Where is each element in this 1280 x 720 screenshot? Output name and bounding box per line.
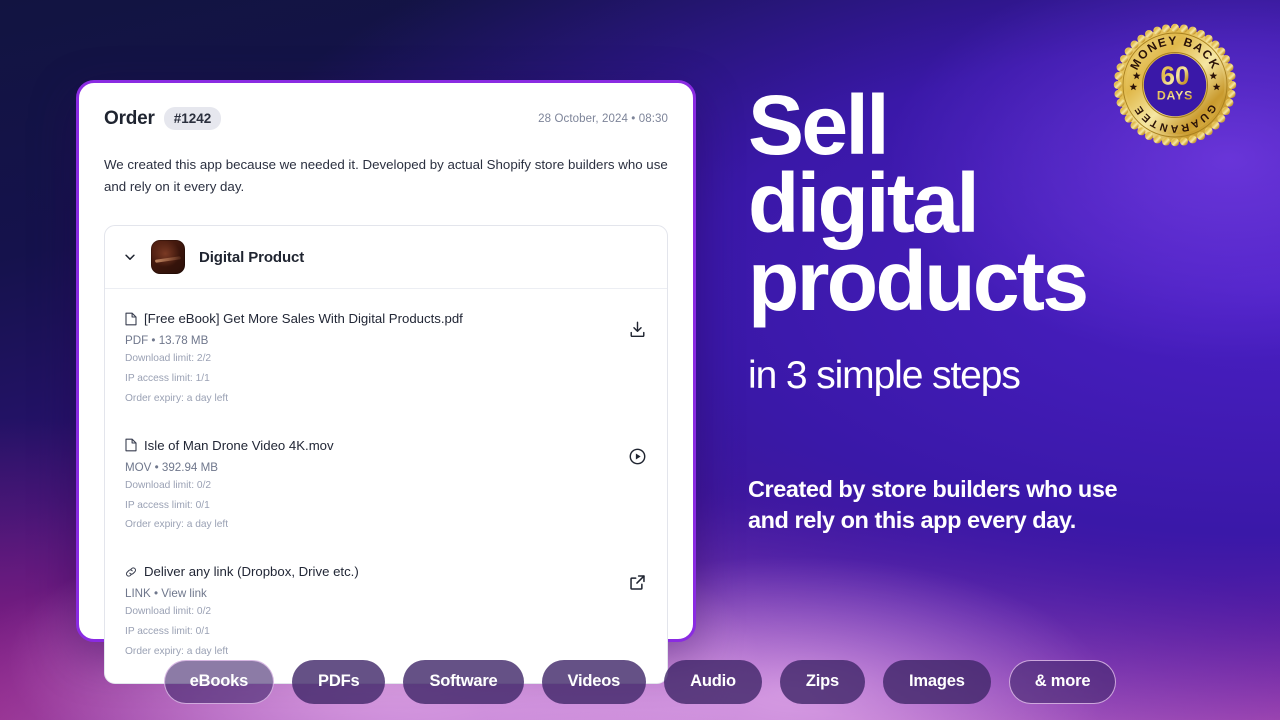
file-icon — [125, 312, 137, 325]
file-order-expiry: Order expiry: a day left — [125, 392, 229, 404]
pill-ebooks[interactable]: eBooks — [163, 660, 275, 704]
pill-pdfs[interactable]: PDFs — [292, 660, 386, 704]
file-ip-access-limit: IP access limit: 1/1 — [125, 373, 210, 384]
file-name: Deliver any link (Dropbox, Drive etc.) — [144, 564, 359, 580]
file-download-limit: Download limit: 0/2 — [125, 606, 212, 618]
category-pill-row: eBooks PDFs Software Videos Audio Zips I… — [0, 660, 1280, 704]
badge-days-unit: DAYS — [1157, 88, 1193, 102]
product-name: Digital Product — [199, 248, 305, 266]
order-card: Order #1242 28 October, 2024 • 08:30 We … — [76, 80, 696, 684]
hero-section: Sell digital products in 3 simple steps … — [748, 83, 1218, 536]
pill-audio[interactable]: Audio — [664, 660, 762, 704]
file-row[interactable]: Deliver any link (Dropbox, Drive etc.) L… — [105, 546, 667, 673]
order-title-group: Order #1242 — [104, 107, 222, 130]
file-icon — [125, 438, 137, 452]
product-thumbnail — [151, 240, 185, 275]
file-row[interactable]: [Free eBook] Get More Sales With Digital… — [105, 293, 667, 420]
badge-days-number: 60 — [1161, 60, 1190, 90]
file-ip-access-limit: IP access limit: 0/1 — [125, 626, 210, 637]
page-title: Order — [104, 107, 155, 129]
link-icon — [126, 567, 136, 577]
file-order-expiry: Order expiry: a day left — [125, 519, 229, 531]
file-download-limit: Download limit: 0/2 — [125, 479, 212, 491]
file-ip-access-limit: IP access limit: 0/1 — [125, 499, 210, 511]
file-download-limit: Download limit: 2/2 — [125, 353, 212, 365]
product-panel: Digital Product [Free eBook] Get More Sa… — [104, 225, 668, 684]
pill-more[interactable]: & more — [1008, 660, 1117, 704]
file-info: Deliver any link (Dropbox, Drive etc.) L… — [125, 563, 359, 660]
file-name: [Free eBook] Get More Sales With Digital… — [144, 311, 463, 327]
headline-line-2: digital — [748, 156, 980, 251]
file-info: Isle of Man Drone Video 4K.mov MOV • 392… — [125, 437, 334, 534]
file-title-row: [Free eBook] Get More Sales With Digital… — [125, 310, 463, 327]
pill-videos[interactable]: Videos — [541, 660, 647, 704]
hero-subhead: in 3 simple steps — [748, 354, 1021, 398]
file-info: [Free eBook] Get More Sales With Digital… — [125, 310, 463, 407]
download-icon[interactable] — [628, 320, 647, 339]
chevron-down-icon[interactable] — [123, 250, 137, 264]
pill-images[interactable]: Images — [883, 660, 991, 704]
product-header[interactable]: Digital Product — [105, 226, 667, 290]
file-list: [Free eBook] Get More Sales With Digital… — [105, 289, 667, 683]
file-meta: LINK • View link — [125, 587, 207, 601]
order-date: 28 October, 2024 • 08:30 — [538, 112, 668, 125]
file-row[interactable]: Isle of Man Drone Video 4K.mov MOV • 392… — [105, 420, 667, 547]
play-circle-icon[interactable] — [628, 447, 647, 466]
external-link-icon[interactable] — [628, 573, 647, 592]
file-title-row: Isle of Man Drone Video 4K.mov — [125, 437, 334, 454]
tagline-line-2: and rely on this app every day. — [748, 507, 1076, 534]
order-description: We created this app because we needed it… — [104, 157, 668, 194]
order-card-header: Order #1242 28 October, 2024 • 08:30 — [104, 107, 668, 130]
hero-tagline: Created by store builders who use and re… — [748, 474, 1218, 536]
tagline-line-1: Created by store builders who use — [748, 476, 1118, 503]
order-number-badge: #1242 — [163, 107, 222, 130]
headline-line-3: products — [748, 234, 1089, 329]
pill-zips[interactable]: Zips — [779, 660, 866, 704]
file-meta: PDF • 13.78 MB — [125, 334, 209, 348]
file-name: Isle of Man Drone Video 4K.mov — [144, 437, 334, 453]
money-back-guarantee-badge: MONEY BACK GUARANTEE 60 DAYS — [1110, 20, 1240, 150]
file-meta: MOV • 392.94 MB — [125, 460, 218, 474]
file-order-expiry: Order expiry: a day left — [125, 645, 229, 657]
file-title-row: Deliver any link (Dropbox, Drive etc.) — [125, 563, 359, 580]
pill-software[interactable]: Software — [403, 660, 524, 704]
